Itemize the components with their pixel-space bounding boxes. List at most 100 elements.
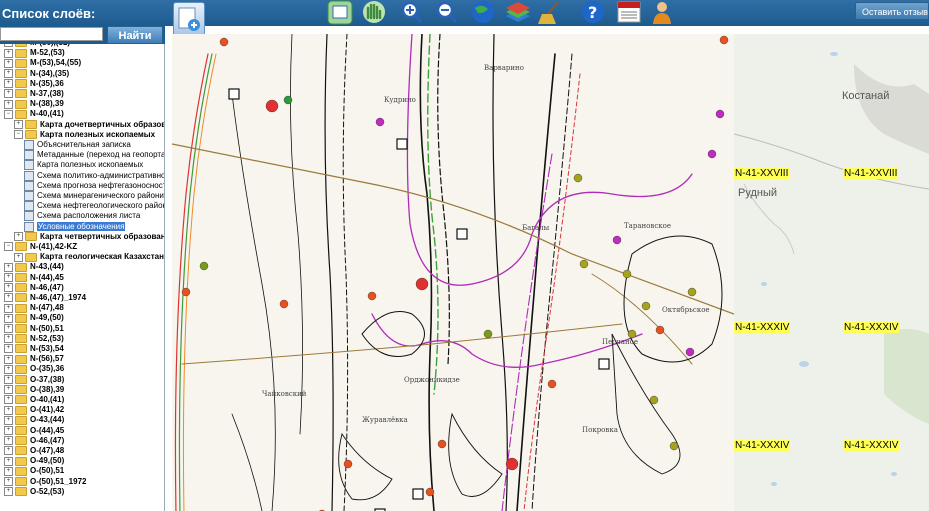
- mineral-deposit-icon[interactable]: [437, 439, 447, 449]
- tree-folder-item[interactable]: + O-46,(47): [4, 436, 64, 446]
- mineral-deposit-icon[interactable]: [687, 287, 697, 297]
- tree-folder-item[interactable]: + O-(35),36: [4, 364, 64, 374]
- mineral-deposit-icon[interactable]: [612, 235, 622, 245]
- expand-icon[interactable]: +: [4, 48, 13, 58]
- expand-icon[interactable]: +: [4, 446, 13, 456]
- expand-icon[interactable]: +: [4, 425, 13, 435]
- mineral-deposit-icon[interactable]: [265, 99, 279, 113]
- tree-folder-item[interactable]: + O-(50),51_1972: [4, 477, 86, 487]
- find-button[interactable]: Найти: [107, 26, 163, 44]
- tree-layer-item[interactable]: Схема прогноза нефтегазоносности: [24, 180, 164, 191]
- tree-folder-item[interactable]: + M-(53),54,(55): [4, 58, 81, 68]
- expand-icon[interactable]: +: [4, 354, 13, 364]
- tree-folder-item[interactable]: + N-37,(38): [4, 89, 64, 99]
- expand-icon[interactable]: +: [4, 262, 13, 272]
- mineral-deposit-icon[interactable]: [707, 149, 717, 159]
- layers-button[interactable]: [506, 2, 530, 22]
- collapse-icon[interactable]: −: [14, 130, 23, 140]
- tree-folder-item[interactable]: + N-(35),36: [4, 79, 64, 89]
- tree-folder-item[interactable]: − N-40,(41): [4, 109, 64, 119]
- mineral-deposit-icon[interactable]: [649, 395, 659, 405]
- tree-folder-item[interactable]: + N-(38),39: [4, 99, 64, 109]
- tree-layer-item[interactable]: Схема минерагенического районир.: [24, 191, 164, 201]
- tree-folder-item[interactable]: + Карта геологическая Казахстана: [14, 252, 164, 262]
- expand-icon[interactable]: +: [14, 119, 23, 129]
- tree-folder-item[interactable]: + O-37,(38): [4, 375, 64, 385]
- search-input[interactable]: [0, 27, 103, 41]
- mineral-deposit-icon[interactable]: [579, 259, 589, 269]
- mineral-deposit-icon[interactable]: [279, 299, 289, 309]
- news-button[interactable]: [617, 1, 641, 23]
- tree-folder-item[interactable]: + O-49,(50): [4, 456, 64, 466]
- add-layer-button[interactable]: [173, 2, 205, 36]
- mineral-deposit-icon[interactable]: [622, 269, 632, 279]
- mineral-deposit-icon[interactable]: [655, 325, 665, 335]
- collapse-icon[interactable]: −: [4, 242, 13, 252]
- tree-folder-item[interactable]: + N-(34),(35): [4, 69, 69, 79]
- tree-folder-item[interactable]: + M-52,(53): [4, 48, 65, 58]
- tree-folder-item[interactable]: + N-(47),48: [4, 303, 64, 313]
- deposit-marker-icon[interactable]: [228, 88, 240, 100]
- tree-layer-item[interactable]: Условные обозначения: [24, 221, 126, 232]
- expand-icon[interactable]: +: [4, 89, 13, 99]
- mineral-deposit-icon[interactable]: [505, 457, 519, 471]
- expand-icon[interactable]: +: [4, 374, 13, 384]
- tree-folder-item[interactable]: + N-49,(50): [4, 313, 64, 323]
- expand-icon[interactable]: +: [4, 436, 13, 446]
- geological-map[interactable]: Варварино Кудрино Багалы Тарановское Окт…: [172, 34, 734, 511]
- expand-icon[interactable]: +: [4, 405, 13, 415]
- expand-icon[interactable]: +: [4, 364, 13, 374]
- expand-icon[interactable]: +: [4, 415, 13, 425]
- expand-icon[interactable]: +: [4, 466, 13, 476]
- tree-folder-item[interactable]: + O-(44),45: [4, 426, 64, 436]
- tree-folder-item[interactable]: + O-(38),39: [4, 385, 64, 395]
- tree-folder-item[interactable]: + N-(53),54: [4, 344, 64, 354]
- pan-tool-button[interactable]: [363, 1, 385, 23]
- tree-folder-item[interactable]: + Карта четвертичных образований: [14, 232, 164, 242]
- feedback-button[interactable]: Оставить отзыв: [855, 2, 929, 20]
- mineral-deposit-icon[interactable]: [685, 347, 695, 357]
- mineral-deposit-icon[interactable]: [181, 287, 191, 297]
- mineral-deposit-icon[interactable]: [573, 173, 583, 183]
- mineral-deposit-icon[interactable]: [719, 35, 729, 45]
- tree-folder-item[interactable]: + N-46,(47)_1974: [4, 293, 86, 303]
- tree-folder-item[interactable]: + N-(56),57: [4, 354, 64, 364]
- deposit-marker-icon[interactable]: [598, 358, 610, 370]
- mineral-deposit-icon[interactable]: [669, 441, 679, 451]
- expand-icon[interactable]: +: [4, 303, 13, 313]
- zoom-out-button[interactable]: [436, 1, 458, 23]
- select-tool-button[interactable]: [327, 0, 353, 25]
- collapse-icon[interactable]: −: [4, 109, 13, 119]
- expand-icon[interactable]: +: [4, 313, 13, 323]
- deposit-marker-icon[interactable]: [396, 138, 408, 150]
- expand-icon[interactable]: +: [4, 272, 13, 282]
- tree-folder-item[interactable]: + O-43,(44): [4, 415, 64, 425]
- tree-folder-item[interactable]: − N-(41),42-KZ: [4, 242, 77, 252]
- expand-icon[interactable]: +: [4, 283, 13, 293]
- tree-layer-item[interactable]: Схема нефтегеологического районир.: [24, 201, 164, 212]
- tree-folder-item[interactable]: + O-52,(53): [4, 487, 64, 497]
- tree-folder-item[interactable]: + N-(44),45: [4, 273, 64, 283]
- expand-icon[interactable]: +: [4, 385, 13, 395]
- zoom-in-button[interactable]: [401, 1, 423, 23]
- full-extent-globe-button[interactable]: [472, 1, 494, 23]
- tree-folder-item[interactable]: + O-40,(41): [4, 395, 64, 405]
- tree-folder-item[interactable]: + N-43,(44): [4, 262, 64, 272]
- mineral-deposit-icon[interactable]: [199, 261, 209, 271]
- tree-folder-item[interactable]: + Карта дочетвертичных образований: [14, 119, 164, 130]
- deposit-marker-icon[interactable]: [412, 488, 424, 500]
- help-button[interactable]: ?: [582, 1, 604, 23]
- tree-folder-item[interactable]: + N-(50),51: [4, 324, 64, 334]
- tree-folder-item[interactable]: + O-(41),42: [4, 405, 64, 415]
- tree-folder-item[interactable]: + O-(50),51: [4, 466, 64, 476]
- expand-icon[interactable]: +: [14, 252, 23, 262]
- mineral-deposit-icon[interactable]: [219, 37, 229, 47]
- expand-icon[interactable]: +: [4, 44, 13, 48]
- expand-icon[interactable]: +: [4, 79, 13, 89]
- mineral-deposit-icon[interactable]: [375, 117, 385, 127]
- tree-folder-item[interactable]: + O-(47),48: [4, 446, 64, 456]
- expand-icon[interactable]: +: [4, 456, 13, 466]
- clear-broom-button[interactable]: [538, 1, 559, 24]
- expand-icon[interactable]: +: [4, 395, 13, 405]
- expand-icon[interactable]: +: [4, 99, 13, 109]
